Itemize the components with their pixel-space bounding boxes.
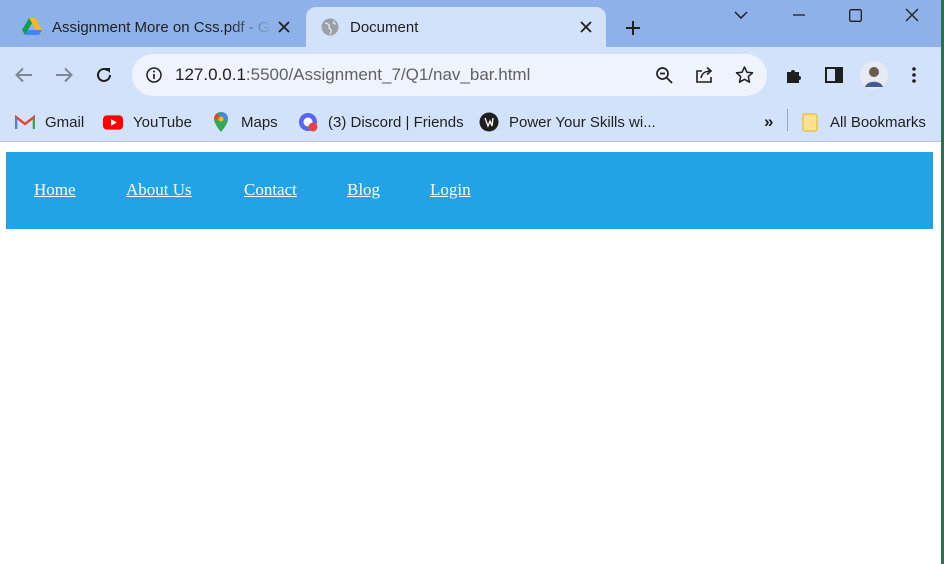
overflow-label: » [764, 112, 774, 131]
youtube-icon [103, 112, 123, 132]
bookmark-label: Power Your Skills wi... [509, 113, 656, 131]
maps-icon [211, 112, 231, 132]
arrow-left-icon [15, 67, 32, 83]
bookmark-maps[interactable]: Maps [211, 110, 278, 134]
site-info-icon[interactable] [142, 63, 166, 87]
reload-icon [97, 67, 111, 82]
browser-toolbar: 127.0.0.1:5500/Assignment_7/Q1/nav_bar.h… [0, 47, 944, 103]
folder-icon [800, 112, 820, 132]
arrow-right-icon [56, 67, 73, 83]
discord-icon [298, 112, 318, 132]
kebab-menu-icon [912, 67, 916, 83]
maximize-button[interactable] [832, 0, 878, 30]
minimize-icon [793, 14, 805, 16]
url-text[interactable]: 127.0.0.1:5500/Assignment_7/Q1/nav_bar.h… [175, 65, 530, 85]
nav-link-blog[interactable]: Blog [347, 180, 380, 200]
google-drive-icon [22, 17, 42, 37]
bookmarks-overflow-button[interactable]: » [764, 110, 773, 134]
zoom-icon[interactable] [652, 63, 676, 87]
close-tab-icon[interactable] [272, 15, 296, 39]
tab-title: Document [350, 18, 419, 36]
minimize-button[interactable] [776, 0, 822, 30]
tab-document[interactable]: Document [306, 7, 606, 47]
nav-link-about-us[interactable]: About Us [126, 180, 192, 200]
plus-icon [626, 21, 640, 35]
chevron-down-icon [734, 11, 748, 19]
bookmark-youtube[interactable]: YouTube [103, 110, 192, 134]
bookmark-star-icon[interactable] [732, 63, 756, 87]
close-window-button[interactable] [889, 0, 935, 30]
side-panel-icon [825, 67, 843, 83]
bookmark-label: YouTube [133, 113, 192, 131]
nav-link-home[interactable]: Home [34, 180, 76, 200]
gmail-icon [15, 112, 35, 132]
url-host: 127.0.0.1 [175, 65, 246, 84]
tab-title: Assignment More on Css.pdf - G [52, 18, 270, 36]
all-bookmarks-label: All Bookmarks [830, 113, 926, 131]
close-tab-icon[interactable] [574, 15, 598, 39]
bookmark-power-skills[interactable]: Power Your Skills wi... [479, 110, 656, 134]
tab-assignment-pdf[interactable]: Assignment More on Css.pdf - G [8, 7, 304, 47]
all-bookmarks-button[interactable]: All Bookmarks [800, 110, 926, 134]
maximize-icon [848, 8, 862, 22]
side-panel-button[interactable] [818, 59, 850, 91]
share-icon[interactable] [692, 63, 716, 87]
globe-icon [320, 17, 340, 37]
bookmark-label: Gmail [45, 113, 85, 131]
reload-button[interactable] [88, 59, 120, 91]
site-nav-bar: Home About Us Contact Blog Login [6, 152, 933, 229]
avatar-icon [860, 61, 888, 89]
close-icon [905, 8, 919, 22]
bookmarks-divider [787, 109, 788, 131]
puzzle-icon [787, 70, 801, 83]
menu-button[interactable] [898, 59, 930, 91]
nav-link-login[interactable]: Login [430, 180, 471, 200]
address-bar[interactable]: 127.0.0.1:5500/Assignment_7/Q1/nav_bar.h… [132, 54, 767, 96]
bookmarks-bar: Gmail YouTube Maps (3) Discord | Friends… [0, 103, 944, 142]
bookmark-label: (3) Discord | Friends [328, 113, 464, 131]
nav-link-contact[interactable]: Contact [244, 180, 297, 200]
extensions-button[interactable] [778, 59, 810, 91]
bookmark-discord[interactable]: (3) Discord | Friends [298, 110, 464, 134]
profile-avatar[interactable] [858, 59, 890, 91]
tab-search-button[interactable] [718, 0, 764, 30]
forward-button[interactable] [48, 59, 80, 91]
back-button[interactable] [8, 59, 40, 91]
new-tab-button[interactable] [618, 13, 648, 43]
bookmark-gmail[interactable]: Gmail [15, 110, 84, 134]
site-icon [479, 112, 499, 132]
url-path: :5500/Assignment_7/Q1/nav_bar.html [245, 65, 531, 84]
tab-strip: Assignment More on Css.pdf - G Document [0, 0, 944, 47]
bookmark-label: Maps [241, 113, 278, 131]
